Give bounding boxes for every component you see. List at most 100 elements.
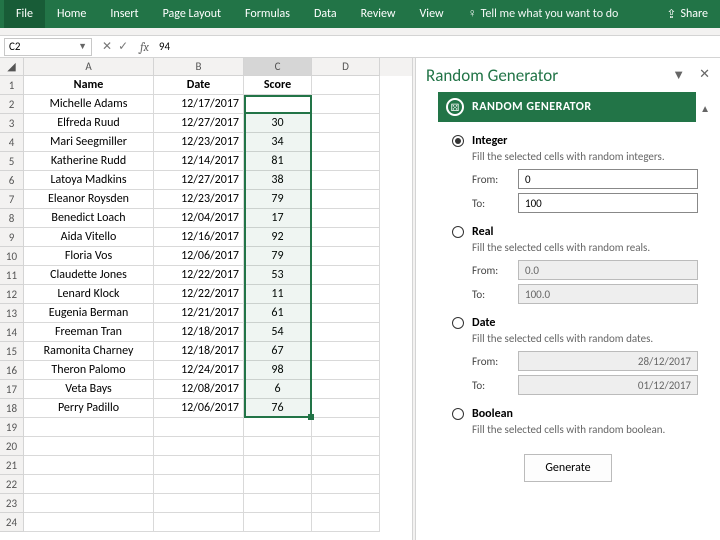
row-header[interactable]: 15: [0, 342, 24, 361]
cell-name[interactable]: Michelle Adams: [24, 95, 154, 114]
row-header[interactable]: 21: [0, 456, 24, 475]
column-header-c[interactable]: C: [244, 58, 312, 76]
cell-empty[interactable]: [244, 475, 312, 494]
row-header[interactable]: 14: [0, 323, 24, 342]
row-header[interactable]: 22: [0, 475, 24, 494]
ribbon-tab-view[interactable]: View: [408, 0, 456, 28]
cell-score[interactable]: 61: [244, 304, 312, 323]
ribbon-tab-review[interactable]: Review: [349, 0, 408, 28]
cell-empty[interactable]: [312, 361, 380, 380]
cell-empty[interactable]: [24, 513, 154, 532]
cell-empty[interactable]: [312, 437, 380, 456]
cell-name[interactable]: Benedict Loach: [24, 209, 154, 228]
ribbon-tab-home[interactable]: Home: [45, 0, 98, 28]
ribbon-tab-page-layout[interactable]: Page Layout: [151, 0, 233, 28]
cell-score[interactable]: 79: [244, 190, 312, 209]
ribbon-tab-insert[interactable]: Insert: [98, 0, 150, 28]
cell-date[interactable]: 12/27/2017: [154, 171, 244, 190]
tell-me-search[interactable]: ♀ Tell me what you want to do: [456, 0, 631, 28]
cell-empty[interactable]: [244, 418, 312, 437]
cell-name[interactable]: Claudette Jones: [24, 266, 154, 285]
cell-date[interactable]: 12/18/2017: [154, 342, 244, 361]
cell-empty[interactable]: [312, 513, 380, 532]
cell-date[interactable]: 12/14/2017: [154, 152, 244, 171]
integer-from-input[interactable]: [518, 169, 698, 189]
row-header[interactable]: 17: [0, 380, 24, 399]
cell-score[interactable]: 81: [244, 152, 312, 171]
cell-date[interactable]: 12/04/2017: [154, 209, 244, 228]
radio-real[interactable]: [452, 226, 464, 238]
cell-empty[interactable]: [312, 475, 380, 494]
cell-empty[interactable]: [312, 456, 380, 475]
radio-integer[interactable]: [452, 135, 464, 147]
row-header[interactable]: 9: [0, 228, 24, 247]
integer-to-input[interactable]: [518, 193, 698, 213]
close-icon[interactable]: ✕: [699, 67, 710, 83]
cell-empty[interactable]: [312, 285, 380, 304]
cell-empty[interactable]: [312, 152, 380, 171]
spreadsheet-grid[interactable]: ◢ A B C D 1 Name Date Score 2 Michelle A…: [0, 58, 412, 540]
share-button[interactable]: ⇪ Share: [666, 7, 716, 22]
cell-name[interactable]: Katherine Rudd: [24, 152, 154, 171]
cell-empty[interactable]: [312, 399, 380, 418]
row-header[interactable]: 1: [0, 76, 24, 95]
cell-empty[interactable]: [154, 475, 244, 494]
cell-name[interactable]: Lenard Klock: [24, 285, 154, 304]
column-header-a[interactable]: A: [24, 58, 154, 76]
row-header[interactable]: 18: [0, 399, 24, 418]
cell-empty[interactable]: [244, 494, 312, 513]
cell-empty[interactable]: [312, 133, 380, 152]
cell-score[interactable]: 94: [244, 95, 312, 114]
cell-empty[interactable]: [312, 76, 380, 95]
cell-empty[interactable]: [154, 418, 244, 437]
cell-empty[interactable]: [312, 342, 380, 361]
cell-date[interactable]: 12/27/2017: [154, 114, 244, 133]
cell-name[interactable]: Eleanor Roysden: [24, 190, 154, 209]
cell-score[interactable]: 76: [244, 399, 312, 418]
cell-empty[interactable]: [312, 228, 380, 247]
ribbon-tab-file[interactable]: File: [4, 0, 45, 28]
cell-empty[interactable]: [312, 190, 380, 209]
cell-name[interactable]: Mari Seegmiller: [24, 133, 154, 152]
cell-score[interactable]: 6: [244, 380, 312, 399]
row-header[interactable]: 23: [0, 494, 24, 513]
cell-empty[interactable]: [154, 513, 244, 532]
radio-date[interactable]: [452, 317, 464, 329]
cell-name[interactable]: Floria Vos: [24, 247, 154, 266]
cell-empty[interactable]: [244, 437, 312, 456]
cell-empty[interactable]: [24, 475, 154, 494]
column-header-b[interactable]: B: [154, 58, 244, 76]
cell-empty[interactable]: [24, 456, 154, 475]
cell-empty[interactable]: [312, 494, 380, 513]
scroll-up-icon[interactable]: ▲: [700, 102, 710, 115]
radio-boolean[interactable]: [452, 408, 464, 420]
cell-empty[interactable]: [154, 437, 244, 456]
name-box[interactable]: C2 ▼: [4, 38, 92, 56]
cell-score[interactable]: 92: [244, 228, 312, 247]
cell-empty[interactable]: [312, 209, 380, 228]
cell-date[interactable]: 12/22/2017: [154, 266, 244, 285]
cell-name[interactable]: Latoya Madkins: [24, 171, 154, 190]
pane-menu-icon[interactable]: ▼: [672, 67, 685, 83]
cell-date[interactable]: 12/18/2017: [154, 323, 244, 342]
generate-button[interactable]: Generate: [524, 454, 611, 482]
cell-empty[interactable]: [24, 494, 154, 513]
cell-header-name[interactable]: Name: [24, 76, 154, 95]
cell-score[interactable]: 98: [244, 361, 312, 380]
ribbon-tab-formulas[interactable]: Formulas: [233, 0, 302, 28]
row-header[interactable]: 5: [0, 152, 24, 171]
row-header[interactable]: 4: [0, 133, 24, 152]
cell-date[interactable]: 12/21/2017: [154, 304, 244, 323]
cell-empty[interactable]: [24, 437, 154, 456]
cell-date[interactable]: 12/16/2017: [154, 228, 244, 247]
cell-empty[interactable]: [312, 418, 380, 437]
cell-empty[interactable]: [312, 380, 380, 399]
cell-header-score[interactable]: Score: [244, 76, 312, 95]
cell-empty[interactable]: [154, 494, 244, 513]
cell-date[interactable]: 12/17/2017: [154, 95, 244, 114]
row-header[interactable]: 13: [0, 304, 24, 323]
cell-score[interactable]: 53: [244, 266, 312, 285]
cell-empty[interactable]: [312, 95, 380, 114]
cell-name[interactable]: Perry Padillo: [24, 399, 154, 418]
row-header[interactable]: 10: [0, 247, 24, 266]
